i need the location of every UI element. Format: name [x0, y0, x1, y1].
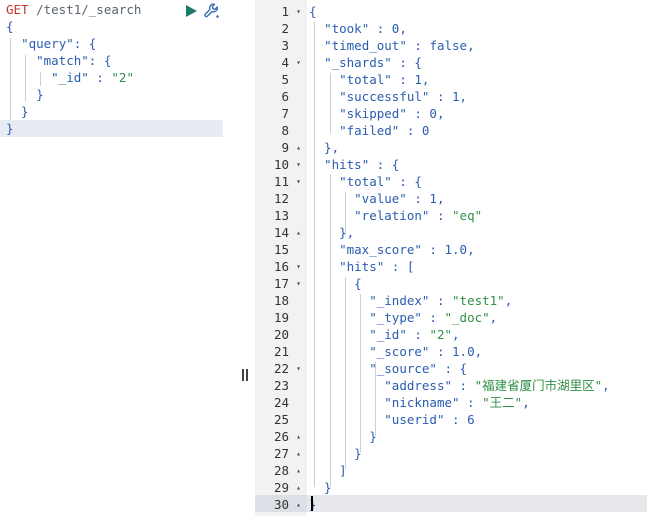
line-number: 4	[281, 55, 289, 70]
indent-guide	[314, 22, 315, 487]
response-line: }	[309, 446, 362, 461]
line-number: 19	[273, 310, 289, 325]
request-body-line: "match": {	[36, 53, 112, 68]
fold-end-icon[interactable]: ▴	[294, 139, 303, 156]
fold-end-icon[interactable]: ▴	[294, 462, 303, 479]
line-number: 21	[273, 344, 289, 359]
fold-end-icon[interactable]: ▴	[294, 224, 303, 241]
request-line: GET /test1/_search	[6, 1, 141, 18]
response-line: "total" : 1,	[339, 72, 430, 87]
fold-collapse-icon[interactable]: ▾	[294, 173, 303, 190]
line-number: 23	[273, 378, 289, 393]
request-body-line: {	[6, 19, 14, 34]
line-number: 16	[273, 259, 289, 274]
fold-end-icon[interactable]: ▴	[294, 428, 303, 445]
fold-collapse-icon[interactable]: ▾	[294, 54, 303, 71]
request-path: /test1/_search	[28, 2, 142, 17]
line-number: 1	[281, 4, 289, 19]
line-number: 6	[281, 89, 289, 104]
line-number: 2	[281, 21, 289, 36]
fold-end-icon[interactable]: ▴	[294, 496, 303, 513]
indent-guide	[345, 192, 346, 235]
line-number: 11	[273, 174, 289, 189]
line-number: 17	[273, 276, 289, 291]
fold-end-icon[interactable]: ▴	[294, 479, 303, 496]
indent-guide	[345, 277, 346, 469]
pane-splitter[interactable]	[240, 368, 250, 384]
http-method: GET	[6, 2, 29, 17]
line-number: 24	[273, 395, 289, 410]
response-line: {	[309, 4, 317, 19]
indent-guide	[375, 362, 376, 436]
line-number: 12	[273, 191, 289, 206]
indent-guide	[10, 38, 11, 120]
indent-guide	[360, 294, 361, 452]
response-line: },	[309, 225, 355, 240]
response-line: "relation" : "eq"	[354, 208, 483, 223]
line-number: 22	[273, 361, 289, 376]
response-line: "max_score" : 1.0,	[339, 242, 475, 257]
response-line: "failed" : 0	[339, 123, 430, 138]
response-line: "timed_out" : false,	[324, 38, 475, 53]
line-number: 3	[281, 38, 289, 53]
indent-guide	[40, 72, 41, 86]
request-editor[interactable]: GET /test1/_search { "query": { "match":…	[0, 0, 223, 516]
line-number: 27	[273, 446, 289, 461]
line-number: 25	[273, 412, 289, 427]
line-number: 29	[273, 480, 289, 495]
line-number: 14	[273, 225, 289, 240]
wrench-icon[interactable]	[203, 2, 221, 20]
line-number: 8	[281, 123, 289, 138]
response-line: }	[309, 429, 377, 444]
response-line: }	[309, 480, 332, 495]
request-body-line: "query": {	[21, 36, 97, 51]
indent-guide	[330, 73, 331, 133]
response-line: "address" : "福建省厦门市湖里区",	[384, 378, 610, 393]
line-number: 15	[273, 242, 289, 257]
line-number: 9	[281, 140, 289, 155]
play-icon[interactable]	[184, 4, 198, 18]
fold-collapse-icon[interactable]: ▾	[294, 258, 303, 275]
line-number: 30	[273, 497, 289, 512]
fold-collapse-icon[interactable]: ▾	[294, 3, 303, 20]
response-line: "took" : 0,	[324, 21, 407, 36]
fold-collapse-icon[interactable]: ▾	[294, 275, 303, 292]
response-line: "_id" : "2",	[369, 327, 460, 342]
fold-end-icon[interactable]: ▴	[294, 445, 303, 462]
response-line: "total" : {	[339, 174, 422, 189]
line-number: 13	[273, 208, 289, 223]
response-line: "_source" : {	[369, 361, 468, 376]
line-number: 26	[273, 429, 289, 444]
response-viewer[interactable]: { "took" : 0, "timed_out" : false, "_sha…	[255, 0, 647, 516]
line-number: 18	[273, 293, 289, 308]
indent-guide	[330, 175, 331, 487]
response-line: "_shards" : {	[324, 55, 422, 70]
response-line: "_type" : "_doc",	[369, 310, 498, 325]
response-line: "userid" : 6	[384, 412, 475, 427]
response-line: "_score" : 1.0,	[369, 344, 483, 359]
indent-guide	[25, 55, 26, 102]
text-cursor	[311, 496, 313, 511]
response-line: "_index" : "test1",	[369, 293, 513, 308]
line-number: 7	[281, 106, 289, 121]
response-line: "hits" : [	[339, 259, 415, 274]
line-number: 10	[273, 157, 289, 172]
line-number: 28	[273, 463, 289, 478]
line-number: 20	[273, 327, 289, 342]
response-line: "hits" : {	[324, 157, 400, 172]
line-number: 5	[281, 72, 289, 87]
request-body-line-active: }	[0, 120, 223, 137]
fold-collapse-icon[interactable]: ▾	[294, 360, 303, 377]
response-line: "successful" : 1,	[339, 89, 468, 104]
response-line: "nickname" : "王二",	[384, 395, 530, 410]
fold-collapse-icon[interactable]: ▾	[294, 156, 303, 173]
response-line: {	[309, 276, 362, 291]
